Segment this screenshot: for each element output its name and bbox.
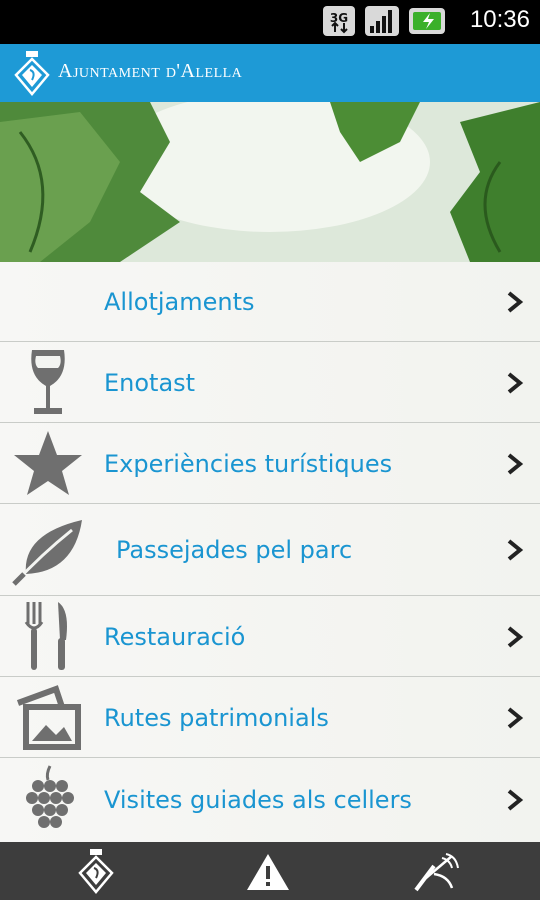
status-bar: 3G 10:36 <box>0 0 540 44</box>
signal-icon <box>365 6 399 36</box>
status-icons: 3G <box>322 4 448 38</box>
wine-glass-icon <box>31 350 65 414</box>
menu-item-label: Restauració <box>104 623 246 651</box>
hero-image <box>0 102 540 262</box>
star-icon <box>14 431 82 495</box>
town-title: Ajuntament d'Alella <box>58 60 243 82</box>
menu-item-label: Allotjaments <box>104 288 255 316</box>
menu-item-label: Visites guiades als cellers <box>104 786 412 814</box>
battery-icon <box>409 8 445 34</box>
chevron-right-icon <box>507 626 524 648</box>
crest-icon[interactable] <box>71 848 121 894</box>
chevron-right-icon <box>507 372 524 394</box>
menu-item-label: Passejades pel parc <box>116 536 353 564</box>
menu-item-restauracio[interactable]: Restauració <box>0 596 540 677</box>
satellite-icon[interactable] <box>412 848 462 894</box>
photos-icon <box>16 685 81 750</box>
menu-list: Allotjaments Enotast Experiències turíst… <box>0 262 540 842</box>
menu-item-experiencies[interactable]: Experiències turístiques <box>0 423 540 504</box>
menu-item-visites[interactable]: Visites guiades als cellers <box>0 758 540 842</box>
crest-icon <box>14 51 50 96</box>
leaf-icon <box>12 520 82 586</box>
vine-leaves-image <box>0 102 540 262</box>
moon-icon <box>20 274 81 335</box>
menu-item-enotast[interactable]: Enotast <box>0 342 540 423</box>
menu-item-label: Experiències turístiques <box>104 450 393 478</box>
bottom-bar <box>0 842 540 900</box>
chevron-right-icon <box>507 707 524 729</box>
chevron-right-icon <box>507 789 524 811</box>
network-3g-icon: 3G <box>323 6 355 36</box>
app-header: Ajuntament d'Alella <box>0 44 540 102</box>
chevron-right-icon <box>507 291 524 313</box>
menu-item-passejades[interactable]: Passejades pel parc <box>0 504 540 596</box>
menu-item-allotjaments[interactable]: Allotjaments <box>0 262 540 342</box>
grapes-icon <box>26 765 74 828</box>
menu-item-rutes[interactable]: Rutes patrimonials <box>0 677 540 758</box>
chevron-right-icon <box>507 453 524 475</box>
fork-knife-icon <box>24 602 67 670</box>
menu-item-label: Rutes patrimonials <box>104 704 329 732</box>
network-label: 3G <box>330 11 348 25</box>
warning-icon[interactable] <box>243 848 293 894</box>
menu-item-label: Enotast <box>104 369 196 397</box>
chevron-right-icon <box>507 539 524 561</box>
status-time: 10:36 <box>469 6 530 33</box>
